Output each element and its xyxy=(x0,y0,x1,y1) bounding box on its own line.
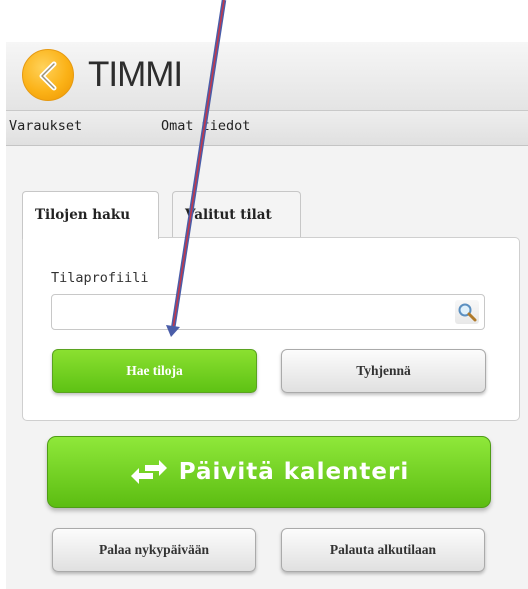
search-spaces-button[interactable]: Hae tiloja xyxy=(52,349,257,393)
main-navbar xyxy=(6,110,528,146)
app-title: TIMMI xyxy=(88,55,183,94)
tilaprofiili-label: Tilaprofiili xyxy=(51,270,149,286)
nav-item-varaukset[interactable]: Varaukset xyxy=(9,118,82,134)
reset-button[interactable]: Palauta alkutilaan xyxy=(281,528,485,572)
tab-valitut-tilat[interactable]: Valitut tilat xyxy=(172,191,301,238)
logo-clock-icon xyxy=(22,49,74,101)
tab-tilojen-haku[interactable]: Tilojen haku xyxy=(22,191,159,239)
swap-arrows-icon xyxy=(130,460,167,484)
magnifier-icon[interactable] xyxy=(455,300,479,324)
clear-button[interactable]: Tyhjennä xyxy=(281,349,486,393)
nav-item-omat-tiedot[interactable]: Omat tiedot xyxy=(161,118,250,134)
refresh-calendar-button[interactable]: Päivitä kalenteri xyxy=(47,436,491,508)
tilaprofiili-input[interactable] xyxy=(51,294,485,330)
back-to-today-button[interactable]: Palaa nykypäivään xyxy=(52,528,256,572)
app-header xyxy=(6,42,528,110)
refresh-calendar-label: Päivitä kalenteri xyxy=(178,459,410,485)
